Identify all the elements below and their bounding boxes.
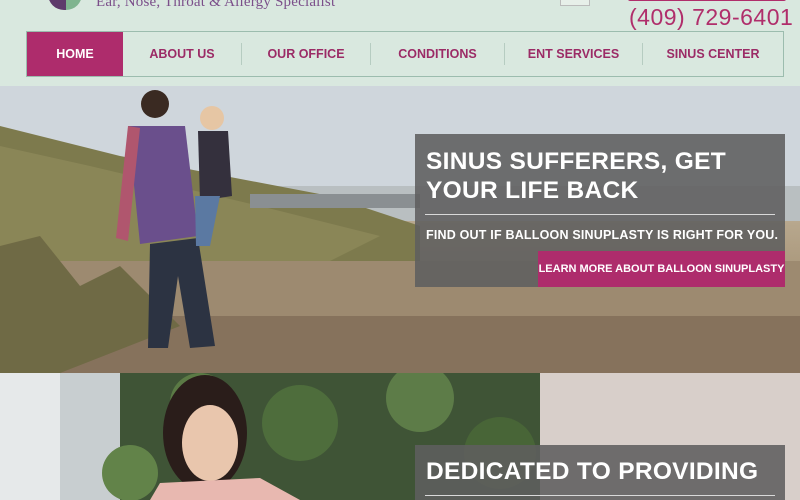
hero2-title: DEDICATED TO PROVIDING bbox=[426, 458, 759, 485]
nav-home[interactable]: HOME bbox=[27, 32, 123, 76]
panel-divider bbox=[425, 495, 775, 496]
nav-conditions[interactable]: CONDITIONS bbox=[371, 32, 504, 76]
phone-number[interactable]: (409) 729-6401 bbox=[629, 4, 793, 31]
hero-slide-dedicated: DEDICATED TO PROVIDING bbox=[0, 373, 800, 500]
site-tagline: Ear, Nose, Throat & Allergy Specialist bbox=[96, 0, 336, 10]
panel-divider bbox=[425, 214, 775, 215]
nav-ent-services[interactable]: ENT SERVICES bbox=[505, 32, 642, 76]
nav-our-office[interactable]: OUR OFFICE bbox=[242, 32, 370, 76]
hero-title-line-1: SINUS SUFFERERS, GET bbox=[426, 148, 727, 175]
nav-about-us[interactable]: ABOUT US bbox=[123, 32, 241, 76]
hero-title-line-2: YOUR LIFE BACK bbox=[426, 177, 639, 204]
nav-sinus-center[interactable]: SINUS CENTER bbox=[643, 32, 783, 76]
logo-icon[interactable] bbox=[44, 0, 84, 12]
header-accent-bar bbox=[628, 0, 786, 1]
hero-slide-sinus: SINUS SUFFERERS, GET YOUR LIFE BACK FIND… bbox=[0, 86, 800, 373]
hero-subtitle: FIND OUT IF BALLOON SINUPLASTY IS RIGHT … bbox=[426, 228, 779, 242]
hero2-caption-panel: DEDICATED TO PROVIDING bbox=[415, 445, 785, 500]
main-nav: HOME ABOUT US OUR OFFICE CONDITIONS ENT … bbox=[26, 31, 784, 77]
site-header: Ear, Nose, Throat & Allergy Specialist (… bbox=[0, 0, 800, 86]
learn-more-balloon-sinuplasty-button[interactable]: LEARN MORE ABOUT BALLOON SINUPLASTY bbox=[538, 251, 785, 287]
search-toggle-button[interactable] bbox=[560, 0, 590, 6]
